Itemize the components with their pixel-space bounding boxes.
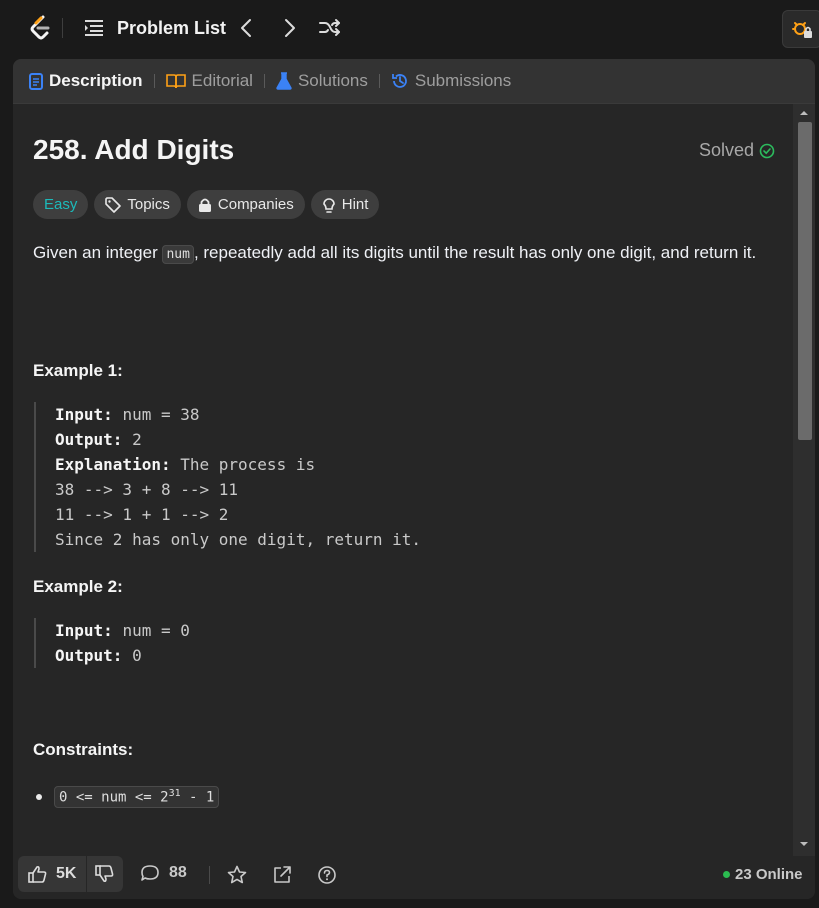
example-2-block: Input: num = 0 Output: 0: [34, 618, 190, 668]
input-label: Input:: [55, 621, 113, 640]
explanation-label: Explanation:: [55, 455, 171, 474]
scrollbar-thumb[interactable]: [798, 122, 812, 440]
dislike-button[interactable]: [86, 856, 123, 892]
example-2-heading: Example 2:: [33, 577, 123, 596]
like-count: 5K: [56, 865, 77, 882]
problem-description: Given an integer num, repeatedly add all…: [33, 240, 778, 268]
tab-editorial-label: Editorial: [191, 71, 253, 90]
check-circle-icon: [759, 143, 775, 158]
scroll-down-icon[interactable]: [799, 840, 809, 848]
output-label: Output:: [55, 646, 123, 665]
shuffle-icon[interactable]: [318, 17, 342, 39]
problem-content: 258. Add Digits Solved Easy Topics Compa…: [13, 104, 793, 856]
tab-description[interactable]: Description: [29, 59, 143, 104]
bug-lock-icon: [792, 22, 812, 38]
output-label: Output:: [55, 430, 123, 449]
tab-divider: [153, 74, 155, 88]
topics-label: Topics: [127, 196, 170, 213]
history-icon: [391, 74, 407, 88]
document-icon: [29, 72, 43, 90]
explanation-line: Since 2 has only one digit, return it.: [55, 530, 422, 549]
flask-icon: [276, 72, 292, 90]
problem-list-title[interactable]: Problem List: [117, 18, 226, 39]
constraint-text: 0 <= num <= 2: [59, 789, 169, 806]
star-icon[interactable]: [227, 865, 247, 885]
chevron-left-icon[interactable]: [236, 17, 258, 39]
constraint-code: 0 <= num <= 231 - 1: [54, 786, 220, 808]
explanation-line: 11 --> 1 + 1 --> 2: [55, 505, 229, 524]
comments-button[interactable]: 88: [140, 864, 187, 882]
lightbulb-icon: [322, 197, 335, 213]
scrollbar[interactable]: [793, 104, 815, 856]
output-value: 2: [132, 430, 142, 449]
constraints-heading: Constraints:: [33, 740, 134, 759]
panel-tabs: Description Editorial Solutions Submissi…: [13, 59, 815, 104]
problem-tags: Easy Topics Companies Hint: [33, 190, 385, 219]
constraint-text: - 1: [180, 789, 215, 806]
desc-text: , repeatedly add all its digits until th…: [193, 243, 757, 262]
like-group: 5K: [18, 856, 124, 892]
tab-submissions-label: Submissions: [414, 71, 512, 90]
input-value: num = 0: [122, 621, 190, 640]
inline-code-num: num: [162, 245, 194, 264]
like-button[interactable]: 5K: [18, 856, 86, 892]
chevron-right-icon[interactable]: [278, 17, 300, 39]
output-value: 0: [132, 646, 142, 665]
tab-description-label: Description: [49, 71, 143, 90]
book-icon: [165, 74, 186, 89]
hint-button[interactable]: Hint: [310, 190, 380, 219]
hint-label: Hint: [341, 196, 369, 213]
tab-solutions[interactable]: Solutions: [276, 59, 368, 104]
comment-icon: [141, 865, 159, 881]
tab-editorial[interactable]: Editorial: [165, 59, 253, 104]
bullet: [36, 793, 42, 800]
thumbs-up-icon: [28, 865, 47, 883]
online-count: 23 Online: [735, 866, 803, 883]
lock-icon: [198, 198, 211, 212]
tag-icon: [105, 196, 122, 213]
thumbs-down-icon: [95, 865, 114, 883]
constraint-item: 0 <= num <= 231 - 1: [33, 786, 220, 808]
problem-title[interactable]: 258. Add Digits: [33, 134, 234, 166]
problem-list-icon[interactable]: [84, 19, 104, 37]
bottom-bar: 5K 88 23 Online: [13, 856, 815, 899]
help-icon[interactable]: [317, 865, 337, 885]
scroll-up-icon[interactable]: [799, 109, 809, 117]
tab-divider: [378, 74, 380, 88]
description-panel: Description Editorial Solutions Submissi…: [13, 59, 815, 899]
example-1-block: Input: num = 38 Output: 2 Explanation: T…: [34, 402, 421, 552]
tab-solutions-label: Solutions: [297, 71, 368, 90]
input-label: Input:: [55, 405, 113, 424]
leetcode-logo-icon[interactable]: [27, 14, 53, 42]
explanation-value: The process is: [180, 455, 316, 474]
bottom-divider: [209, 866, 210, 884]
solved-status: Solved: [699, 140, 775, 161]
tab-submissions[interactable]: Submissions: [391, 59, 511, 104]
comment-count: 88: [169, 864, 187, 881]
desc-text: Given an integer: [33, 243, 163, 262]
companies-label: Companies: [217, 196, 294, 213]
top-bar: Problem List: [0, 0, 819, 58]
example-1-heading: Example 1:: [33, 361, 123, 380]
input-value: num = 38: [122, 405, 200, 424]
share-icon[interactable]: [272, 865, 292, 885]
explanation-line: 38 --> 3 + 8 --> 11: [55, 480, 239, 499]
difficulty-badge: Easy: [33, 190, 89, 219]
online-status: 23 Online: [723, 866, 803, 883]
online-dot-icon: [723, 871, 730, 878]
topbar-divider: [62, 18, 63, 38]
topics-button[interactable]: Topics: [94, 190, 181, 219]
solved-label: Solved: [699, 140, 755, 160]
debug-button[interactable]: [782, 10, 819, 48]
constraint-exponent: 31: [168, 788, 181, 799]
tab-divider: [263, 74, 265, 88]
companies-button[interactable]: Companies: [186, 190, 305, 219]
